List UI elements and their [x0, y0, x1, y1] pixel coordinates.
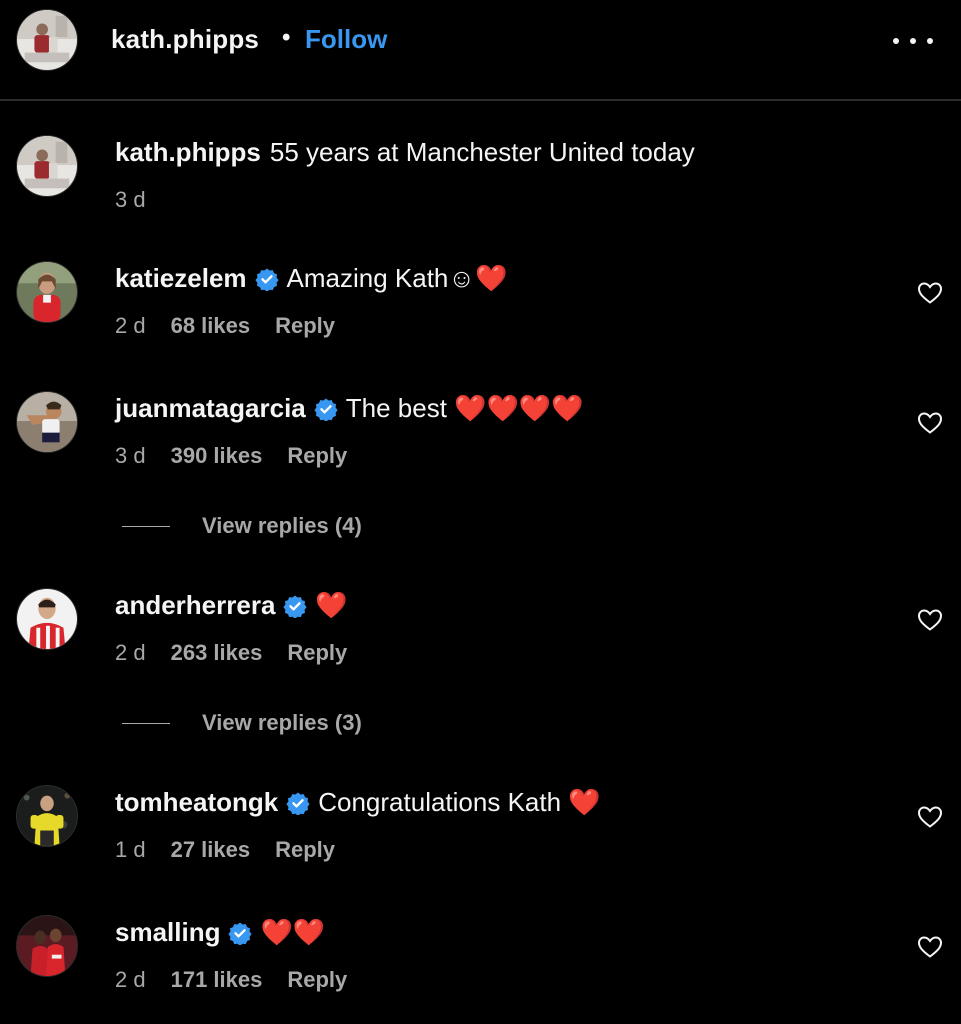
comment-meta: 2 d 263 likes Reply — [115, 640, 347, 666]
view-replies-label[interactable]: View replies (4) — [202, 513, 362, 539]
comment-likes[interactable]: 390 likes — [171, 443, 263, 469]
heart-outline-icon[interactable] — [917, 935, 943, 959]
comment-likes[interactable]: 27 likes — [171, 837, 251, 863]
comment-avatar[interactable] — [16, 915, 78, 977]
view-replies-button[interactable]: View replies (3) — [122, 710, 362, 736]
comment-meta: 2 d 171 likes Reply — [115, 967, 347, 993]
view-replies-label[interactable]: View replies (3) — [202, 710, 362, 736]
replies-divider — [122, 525, 170, 527]
comment-age: 2 d — [115, 640, 146, 665]
caption-avatar[interactable] — [16, 135, 78, 197]
comment-text: Congratulations Kath ❤️ — [318, 787, 601, 817]
comment-username[interactable]: anderherrera — [115, 590, 275, 621]
reply-button[interactable]: Reply — [287, 443, 347, 469]
reply-button[interactable]: Reply — [287, 640, 347, 666]
comment-likes[interactable]: 68 likes — [171, 313, 251, 339]
comment-line: smalling ❤️❤️ — [115, 917, 325, 948]
view-replies-button[interactable]: View replies (4) — [122, 513, 362, 539]
heart-outline-icon[interactable] — [917, 805, 943, 829]
comment-age: 1 d — [115, 837, 146, 862]
comment-username[interactable]: katiezelem — [115, 263, 247, 294]
author-avatar[interactable] — [16, 9, 78, 71]
comment-username[interactable]: tomheatongk — [115, 787, 278, 818]
comment-text: ❤️❤️ — [260, 917, 326, 947]
post-header: kath.phipps • Follow — [0, 0, 961, 101]
verified-badge-icon — [228, 921, 253, 945]
comment-username[interactable]: juanmatagarcia — [115, 393, 306, 424]
header-separator: • — [282, 24, 291, 51]
comment-text: The best ❤️❤️❤️❤️ — [345, 393, 584, 423]
comment-line: tomheatongk Congratulations Kath ❤️ — [115, 787, 601, 818]
comment-text: ❤️ — [315, 590, 348, 620]
replies-divider — [122, 722, 170, 724]
comment-text: Amazing Kath☺❤️ — [286, 263, 508, 293]
comment-likes[interactable]: 263 likes — [171, 640, 263, 666]
caption-line: kath.phipps 55 years at Manchester Unite… — [115, 137, 695, 168]
comment-line: juanmatagarcia The best ❤️❤️❤️❤️ — [115, 393, 584, 424]
follow-button[interactable]: Follow — [305, 24, 387, 55]
comment-age: 2 d — [115, 313, 146, 338]
heart-outline-icon[interactable] — [917, 411, 943, 435]
comment-avatar[interactable] — [16, 261, 78, 323]
caption-meta: 3 d — [115, 187, 171, 213]
verified-badge-icon — [286, 791, 310, 815]
comment-meta: 1 d 27 likes Reply — [115, 837, 335, 863]
comment-line: katiezelem Amazing Kath☺❤️ — [115, 263, 507, 294]
comment-age: 3 d — [115, 443, 146, 468]
reply-button[interactable]: Reply — [275, 313, 335, 339]
verified-badge-icon — [254, 267, 279, 291]
comment-meta: 2 d 68 likes Reply — [115, 313, 335, 339]
comment-avatar[interactable] — [16, 391, 78, 453]
verified-badge-icon — [283, 594, 308, 618]
caption-text: 55 years at Manchester United today — [269, 137, 695, 167]
comment-username[interactable]: smalling — [115, 917, 220, 948]
comment-line: anderherrera ❤️ — [115, 590, 348, 621]
more-options-icon[interactable] — [893, 28, 933, 54]
comment-avatar[interactable] — [16, 588, 78, 650]
heart-outline-icon[interactable] — [917, 608, 943, 632]
caption-age: 3 d — [115, 187, 146, 212]
reply-button[interactable]: Reply — [275, 837, 335, 863]
comment-likes[interactable]: 171 likes — [171, 967, 263, 993]
author-username[interactable]: kath.phipps — [111, 24, 259, 55]
comment-meta: 3 d 390 likes Reply — [115, 443, 347, 469]
comment-age: 2 d — [115, 967, 146, 992]
verified-badge-icon — [314, 397, 338, 421]
heart-outline-icon[interactable] — [917, 281, 943, 305]
comment-avatar[interactable] — [16, 785, 78, 847]
reply-button[interactable]: Reply — [287, 967, 347, 993]
caption-username[interactable]: kath.phipps — [115, 137, 261, 168]
